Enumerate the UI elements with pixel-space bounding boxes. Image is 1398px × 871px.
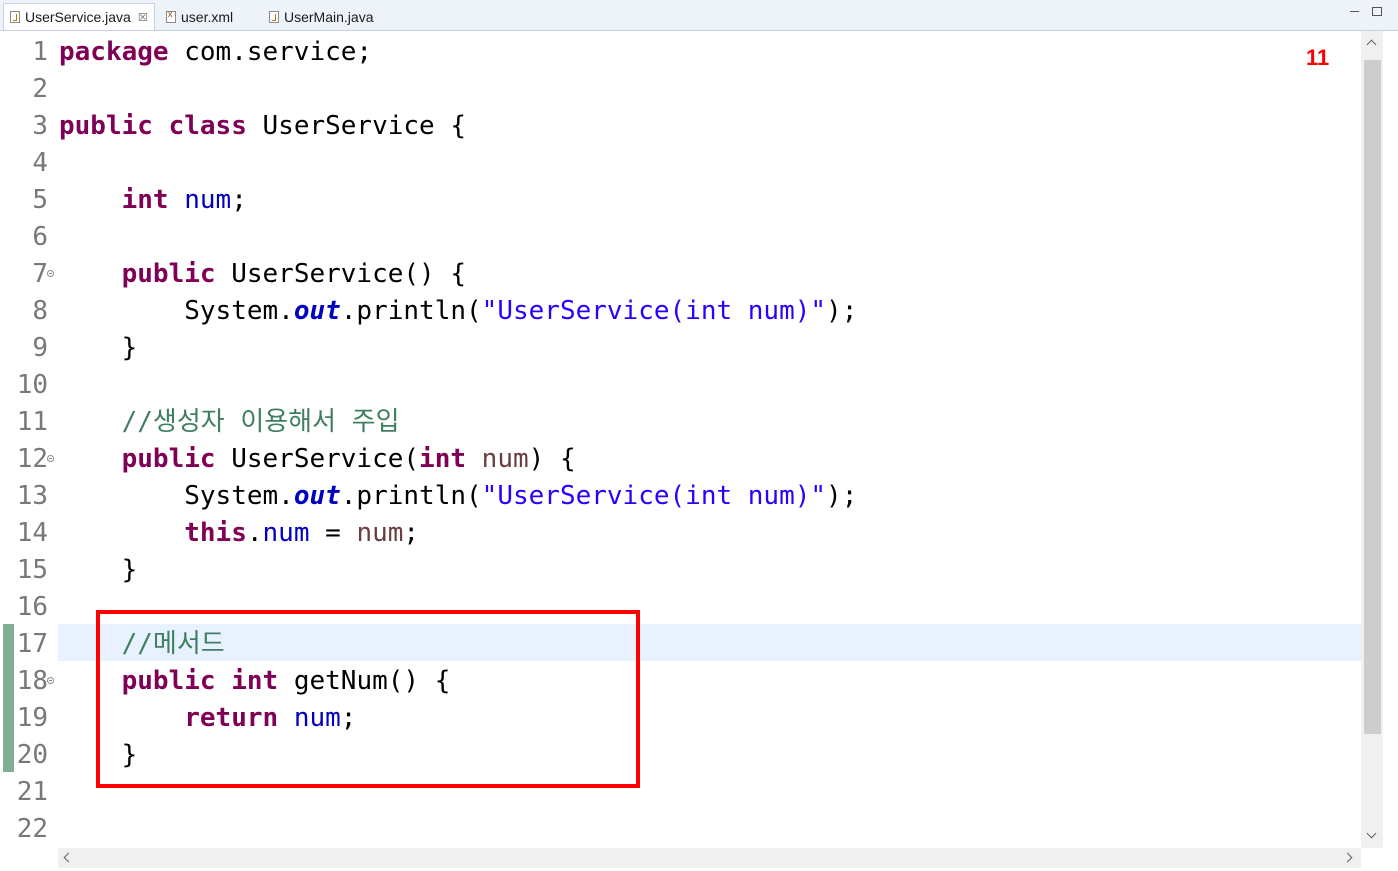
code-line-14: this.num = num; bbox=[59, 515, 419, 552]
line-number: 18 bbox=[16, 666, 48, 696]
keyword: class bbox=[168, 111, 247, 141]
comment: //생성자 이용해서 주입 bbox=[121, 407, 400, 437]
code-line-5: int num; bbox=[59, 182, 247, 219]
keyword: public bbox=[121, 259, 216, 289]
code-line-15: } bbox=[59, 552, 138, 589]
line-number: 15 bbox=[16, 555, 48, 585]
line-number: 19 bbox=[16, 703, 48, 733]
code-line-1: package com.service; bbox=[59, 34, 372, 71]
fold-collapse-icon[interactable] bbox=[47, 455, 54, 462]
line-number: 22 bbox=[16, 814, 48, 844]
static-field: out bbox=[293, 481, 341, 511]
keyword: public bbox=[59, 111, 153, 141]
code-text: System. bbox=[184, 296, 294, 326]
fold-collapse-icon[interactable] bbox=[47, 270, 54, 277]
tab-label: user.xml bbox=[181, 8, 234, 25]
tab-label: UserMain.java bbox=[284, 8, 374, 25]
line-number: 14 bbox=[16, 518, 48, 548]
code-text: ; bbox=[403, 518, 420, 548]
red-highlight-box bbox=[96, 610, 640, 788]
close-tab-icon[interactable]: ☒ bbox=[138, 11, 148, 24]
java-file-icon bbox=[10, 11, 20, 23]
code-line-8: System.out.println("UserService(int num)… bbox=[59, 293, 857, 330]
line-number: 21 bbox=[16, 777, 48, 807]
minimize-icon[interactable] bbox=[1349, 6, 1361, 18]
line-number: 7 bbox=[32, 259, 48, 289]
editor-tab-bar: UserService.java ☒ user.xml UserMain.jav… bbox=[0, 0, 1398, 31]
code-line-11: //생성자 이용해서 주입 bbox=[59, 404, 400, 441]
code-text: com.service; bbox=[168, 37, 373, 67]
code-line-9: } bbox=[59, 330, 138, 367]
line-number: 17 bbox=[16, 629, 48, 659]
tab-userservice-java[interactable]: UserService.java ☒ bbox=[3, 3, 155, 30]
line-number: 5 bbox=[32, 185, 48, 215]
field-name: num bbox=[184, 185, 232, 215]
line-number: 3 bbox=[32, 111, 48, 141]
code-line-13: System.out.println("UserService(int num)… bbox=[59, 478, 857, 515]
code-text: ); bbox=[826, 481, 858, 511]
field-name: num bbox=[262, 518, 310, 548]
tab-user-xml[interactable]: user.xml bbox=[160, 3, 255, 30]
maximize-icon[interactable] bbox=[1372, 7, 1382, 16]
code-text: } bbox=[121, 333, 138, 363]
vertical-scrollbar-thumb[interactable] bbox=[1364, 60, 1381, 734]
code-text: UserService { bbox=[246, 111, 467, 141]
keyword: public bbox=[121, 444, 216, 474]
line-number: 16 bbox=[16, 592, 48, 622]
java-file-icon bbox=[269, 10, 279, 23]
code-text: ; bbox=[231, 185, 247, 215]
string-literal: "UserService(int num)" bbox=[481, 481, 827, 511]
line-number: 2 bbox=[32, 74, 48, 104]
parameter: num bbox=[481, 444, 529, 474]
string-literal: "UserService(int num)" bbox=[481, 296, 827, 326]
code-line-3: public class UserService { bbox=[59, 108, 466, 145]
line-number: 9 bbox=[32, 333, 48, 363]
code-text: .println( bbox=[340, 296, 482, 326]
keyword: int bbox=[419, 444, 467, 474]
line-number: 10 bbox=[16, 370, 48, 400]
tab-label: UserService.java bbox=[25, 9, 131, 25]
xml-file-icon bbox=[166, 9, 176, 23]
horizontal-scrollbar[interactable] bbox=[58, 848, 1361, 868]
code-text: . bbox=[246, 518, 263, 548]
code-text: .println( bbox=[340, 481, 482, 511]
line-number: 6 bbox=[32, 222, 48, 252]
code-line-7: public UserService() { bbox=[59, 256, 466, 293]
code-line-12: public UserService(int num) { bbox=[59, 441, 576, 478]
annotation-number: 11 bbox=[1306, 45, 1330, 70]
keyword: package bbox=[59, 37, 169, 67]
line-number: 1 bbox=[32, 37, 48, 67]
tab-usermain-java[interactable]: UserMain.java bbox=[263, 3, 393, 30]
keyword: int bbox=[121, 185, 169, 215]
code-text: = bbox=[309, 518, 357, 548]
code-text: } bbox=[121, 555, 138, 585]
parameter: num bbox=[356, 518, 404, 548]
line-number: 20 bbox=[16, 740, 48, 770]
fold-collapse-icon[interactable] bbox=[47, 677, 54, 684]
line-number: 11 bbox=[16, 407, 48, 437]
change-indicator-bar bbox=[3, 624, 14, 772]
code-text: System. bbox=[184, 481, 294, 511]
code-text: ); bbox=[826, 296, 858, 326]
line-number: 13 bbox=[16, 481, 48, 511]
line-number: 4 bbox=[32, 148, 48, 178]
keyword: this bbox=[184, 518, 247, 548]
line-number: 8 bbox=[32, 296, 48, 326]
code-text: UserService( bbox=[215, 444, 420, 474]
code-text: UserService() { bbox=[215, 259, 466, 289]
line-number: 12 bbox=[16, 444, 48, 474]
code-text: ) { bbox=[528, 444, 576, 474]
static-field: out bbox=[293, 296, 341, 326]
